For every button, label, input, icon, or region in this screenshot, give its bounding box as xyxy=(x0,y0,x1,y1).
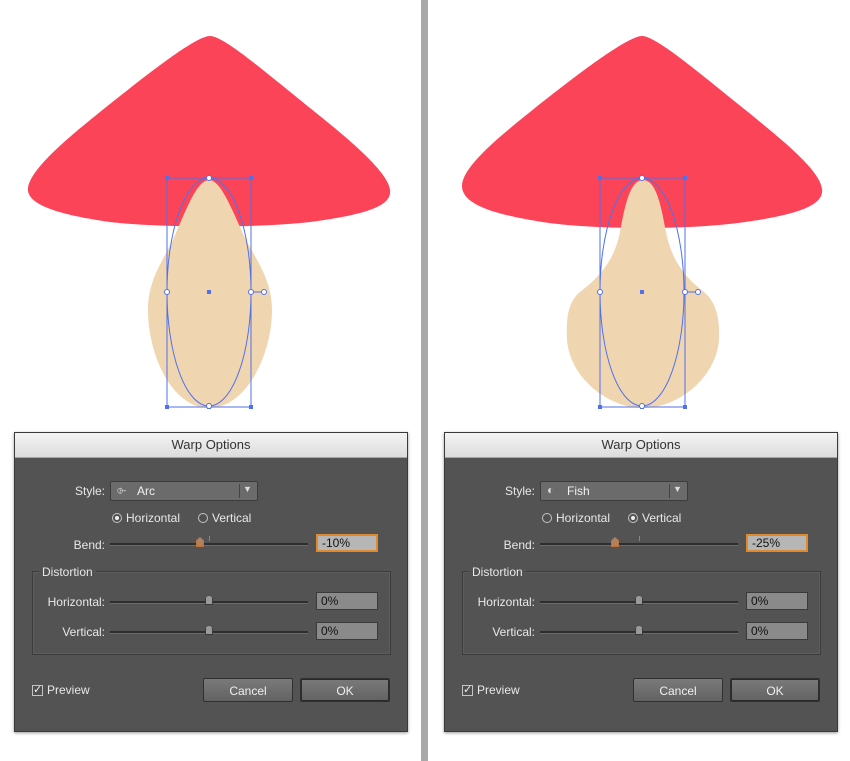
warp-options-dialog: Warp Options Style: ◐ Fish ▼ Horizontal … xyxy=(444,432,838,732)
warp-panel-fish: Warp Options Style: ◐ Fish ▼ Horizontal … xyxy=(430,0,850,761)
panel-divider xyxy=(421,0,428,761)
chevron-down-icon: ▼ xyxy=(243,484,252,494)
cancel-button[interactable]: Cancel xyxy=(203,678,293,702)
distortion-vertical-input[interactable]: 0% xyxy=(746,622,808,640)
style-select-value: Fish xyxy=(567,484,590,498)
select-divider xyxy=(669,484,670,498)
bend-value-input[interactable]: -10% xyxy=(316,534,378,552)
bend-value-input[interactable]: -25% xyxy=(746,534,808,552)
cancel-button[interactable]: Cancel xyxy=(633,678,723,702)
vertical-radio[interactable] xyxy=(198,513,208,523)
dialog-title: Warp Options xyxy=(445,433,837,458)
distortion-horizontal-input[interactable]: 0% xyxy=(746,592,808,610)
bend-slider-track[interactable] xyxy=(110,543,308,546)
style-label: Style: xyxy=(74,484,105,498)
dialog-title: Warp Options xyxy=(15,433,407,458)
distortion-legend: Distortion xyxy=(39,565,96,579)
horizontal-radio[interactable] xyxy=(542,513,552,523)
ok-button[interactable]: OK xyxy=(730,678,820,702)
distortion-horizontal-input[interactable]: 0% xyxy=(316,592,378,610)
bend-slider-center-tick xyxy=(639,536,640,541)
horizontal-radio-label: Horizontal xyxy=(556,511,611,525)
ok-button[interactable]: OK xyxy=(300,678,390,702)
distortion-group xyxy=(32,571,391,655)
style-select[interactable]: ⌱ Arc ▼ xyxy=(110,481,258,501)
select-divider xyxy=(239,484,240,498)
horizontal-radio-label: Horizontal xyxy=(126,511,181,525)
style-select-value: Arc xyxy=(137,484,155,498)
fish-style-icon: ◐ xyxy=(547,483,555,497)
mushroom-artwork xyxy=(27,36,391,409)
bend-label: Bend: xyxy=(503,538,535,552)
vertical-radio-label: Vertical xyxy=(212,511,252,525)
bend-label: Bend: xyxy=(73,538,105,552)
mushroom-artwork xyxy=(462,36,823,409)
horizontal-radio[interactable] xyxy=(112,513,122,523)
arc-style-icon: ⌱ xyxy=(117,483,127,497)
distortion-group xyxy=(462,571,821,655)
distortion-horizontal-label: Horizontal: xyxy=(477,595,535,609)
distortion-vertical-label: Vertical: xyxy=(492,625,535,639)
bend-slider-center-tick xyxy=(209,536,210,541)
vertical-radio-label: Vertical xyxy=(642,511,682,525)
warp-panel-arc: Warp Options Style: ⌱ Arc ▼ Horizontal V… xyxy=(0,0,420,761)
chevron-down-icon: ▼ xyxy=(673,484,682,494)
preview-checkbox[interactable] xyxy=(462,683,473,696)
vertical-radio[interactable] xyxy=(628,513,638,523)
preview-label: Preview xyxy=(47,683,90,697)
distortion-horizontal-label: Horizontal: xyxy=(47,595,105,609)
style-label: Style: xyxy=(504,484,535,498)
bend-slider-thumb[interactable] xyxy=(611,537,619,547)
preview-label: Preview xyxy=(477,683,520,697)
preview-checkbox[interactable] xyxy=(32,683,43,696)
style-select[interactable]: ◐ Fish ▼ xyxy=(540,481,688,501)
bend-slider-track[interactable] xyxy=(540,543,738,546)
distortion-vertical-input[interactable]: 0% xyxy=(316,622,378,640)
bend-slider-thumb[interactable] xyxy=(196,537,204,547)
distortion-vertical-label: Vertical: xyxy=(62,625,105,639)
distortion-legend: Distortion xyxy=(469,565,526,579)
warp-options-dialog: Warp Options Style: ⌱ Arc ▼ Horizontal V… xyxy=(14,432,408,732)
